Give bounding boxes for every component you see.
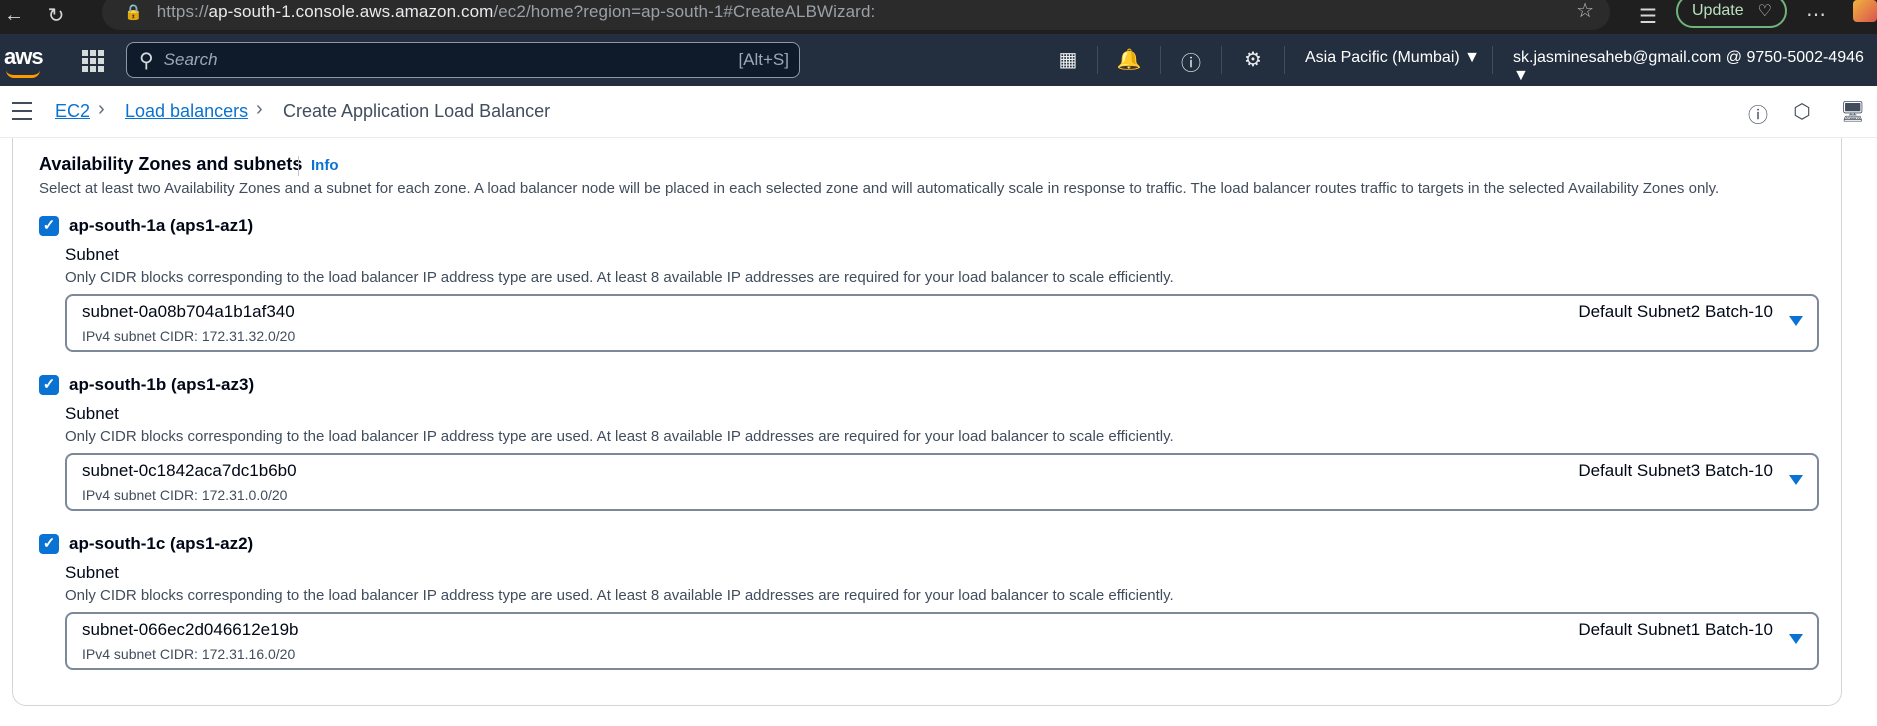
- caret-down-icon: [1789, 316, 1803, 326]
- settings-gear-icon[interactable]: ⚙: [1240, 47, 1266, 72]
- breadcrumb-ec2[interactable]: EC2: [55, 101, 90, 122]
- zone-checkbox[interactable]: ✓: [39, 534, 59, 554]
- aws-smile-icon: [6, 70, 40, 78]
- update-button[interactable]: Update ♡: [1676, 0, 1787, 28]
- hexagon-icon[interactable]: ⬡: [1790, 99, 1814, 123]
- subnet-label: Subnet: [65, 404, 119, 423]
- subnet-name: Default Subnet3 Batch-10: [1578, 461, 1773, 480]
- search-icon: ⚲: [139, 49, 154, 72]
- aws-logo[interactable]: aws: [4, 44, 44, 78]
- subnet-label: Subnet: [65, 563, 119, 582]
- address-bar[interactable]: 🔒 https://ap-south-1.console.aws.amazon.…: [102, 0, 1610, 30]
- zone-checkbox[interactable]: ✓: [39, 216, 59, 236]
- zone-name: ap-south-1a (aps1-az1): [69, 216, 254, 235]
- subnet-cidr: IPv4 subnet CIDR: 172.31.0.0/20: [82, 487, 288, 503]
- lock-icon: 🔒: [124, 4, 143, 21]
- zone-ap-south-1c: ✓ ap-south-1c (aps1-az2) Subnet Only CID…: [39, 534, 1829, 684]
- subnet-id: subnet-0c1842aca7dc1b6b0: [82, 461, 297, 480]
- more-menu-icon[interactable]: ⋯: [1802, 2, 1830, 27]
- subnet-select[interactable]: subnet-0a08b704a1b1af340 IPv4 subnet CID…: [65, 294, 1819, 352]
- health-icon: ♡: [1757, 3, 1772, 20]
- side-nav-menu-icon[interactable]: [12, 102, 32, 120]
- zone-ap-south-1a: ✓ ap-south-1a (aps1-az1) Subnet Only CID…: [39, 216, 1829, 366]
- chevron-right-icon: ›: [256, 98, 263, 120]
- section-description: Select at least two Availability Zones a…: [39, 180, 1720, 197]
- availability-zones-container: Availability Zones and subnets Info Sele…: [12, 138, 1842, 706]
- title-divider: [298, 156, 299, 176]
- aws-top-navigation: aws ⚲ Search [Alt+S] ▦ 🔔 ⓘ ⚙ Asia Pacifi…: [0, 34, 1877, 86]
- zone-checkbox[interactable]: ✓: [39, 375, 59, 395]
- region-selector[interactable]: Asia Pacific (Mumbai) ▼: [1305, 49, 1480, 67]
- chevron-right-icon: ›: [98, 98, 105, 120]
- caret-down-icon: [1789, 634, 1803, 644]
- search-input[interactable]: ⚲ Search [Alt+S]: [126, 42, 800, 78]
- zone-ap-south-1b: ✓ ap-south-1b (aps1-az3) Subnet Only CID…: [39, 375, 1829, 525]
- info-link[interactable]: Info: [311, 157, 339, 174]
- copilot-icon[interactable]: [1853, 0, 1877, 22]
- account-menu[interactable]: sk.jasminesaheb@gmail.com @ 9750-5002-49…: [1513, 49, 1877, 85]
- zone-name: ap-south-1c (aps1-az2): [69, 534, 254, 553]
- notifications-bell-icon[interactable]: 🔔: [1116, 47, 1142, 72]
- subnet-id: subnet-0a08b704a1b1af340: [82, 302, 295, 321]
- subnet-help-text: Only CIDR blocks corresponding to the lo…: [65, 587, 1174, 604]
- subnet-label: Subnet: [65, 245, 119, 264]
- browser-toolbar: ← ↻ 🔒 https://ap-south-1.console.aws.ama…: [0, 0, 1877, 34]
- nav-divider: [1284, 46, 1285, 74]
- subnet-select[interactable]: subnet-0c1842aca7dc1b6b0 IPv4 subnet CID…: [65, 453, 1819, 511]
- subnet-cidr: IPv4 subnet CIDR: 172.31.16.0/20: [82, 646, 296, 662]
- subnet-help-text: Only CIDR blocks corresponding to the lo…: [65, 269, 1174, 286]
- subnet-name: Default Subnet1 Batch-10: [1578, 620, 1773, 639]
- back-arrow-icon[interactable]: ←: [0, 4, 28, 27]
- subnet-help-text: Only CIDR blocks corresponding to the lo…: [65, 428, 1174, 445]
- help-icon[interactable]: ⓘ: [1178, 47, 1204, 76]
- breadcrumb-current: Create Application Load Balancer: [283, 101, 551, 121]
- monitor-settings-icon[interactable]: 🖥: [1840, 99, 1865, 123]
- caret-down-icon: ▼: [1513, 67, 1529, 84]
- search-placeholder: Search: [163, 50, 218, 69]
- nav-divider: [1492, 46, 1493, 74]
- subnet-id: subnet-066ec2d046612e19b: [82, 620, 299, 639]
- url-text: https://ap-south-1.console.aws.amazon.co…: [156, 2, 876, 21]
- refresh-icon[interactable]: ↻: [42, 3, 70, 28]
- nav-divider: [1097, 46, 1098, 74]
- breadcrumb-load-balancers[interactable]: Load balancers: [125, 101, 248, 122]
- bookmark-star-icon[interactable]: ☆: [1576, 0, 1594, 23]
- nav-divider: [1160, 46, 1161, 74]
- cloudshell-icon[interactable]: ▦: [1055, 47, 1081, 72]
- caret-down-icon: ▼: [1464, 49, 1480, 66]
- subnet-cidr: IPv4 subnet CIDR: 172.31.32.0/20: [82, 328, 296, 344]
- subnet-name: Default Subnet2 Batch-10: [1578, 302, 1773, 321]
- caret-down-icon: [1789, 475, 1803, 485]
- section-title: Availability Zones and subnets: [39, 154, 303, 174]
- search-shortcut: [Alt+S]: [738, 50, 789, 69]
- zone-name: ap-south-1b (aps1-az3): [69, 375, 255, 394]
- nav-divider: [1221, 46, 1222, 74]
- services-grid-icon[interactable]: [82, 50, 104, 72]
- breadcrumb-bar: EC2 › Load balancers › Create Applicatio…: [0, 86, 1877, 138]
- subnet-select[interactable]: subnet-066ec2d046612e19b IPv4 subnet CID…: [65, 612, 1819, 670]
- favorites-icon[interactable]: ☰: [1634, 4, 1662, 29]
- info-circle-icon[interactable]: ⓘ: [1746, 99, 1770, 127]
